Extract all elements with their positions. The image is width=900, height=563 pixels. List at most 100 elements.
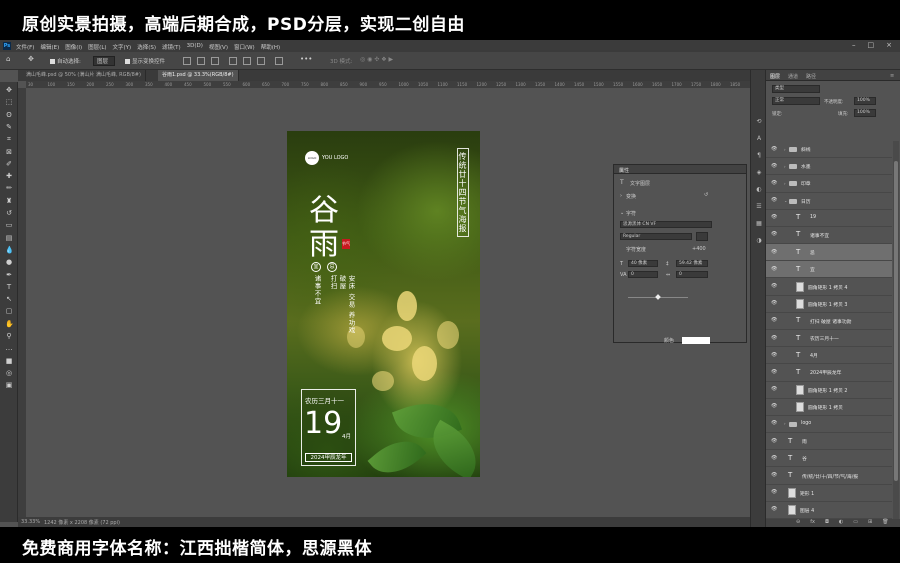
- brush-tool-icon[interactable]: ✏: [5, 184, 13, 192]
- text-color-swatch[interactable]: [682, 337, 710, 344]
- adjustment-icon[interactable]: ◐: [839, 519, 843, 527]
- text-options-icon[interactable]: [696, 232, 708, 241]
- font-size-field[interactable]: 40 像素: [628, 260, 658, 267]
- filter-kind-select[interactable]: 类型: [772, 85, 820, 93]
- chevron-icon[interactable]: ⌄: [784, 198, 787, 203]
- path-select-icon[interactable]: ↖: [5, 295, 13, 303]
- menu-item[interactable]: 窗口(W): [234, 43, 255, 51]
- menu-item[interactable]: 文字(Y): [113, 43, 132, 51]
- group-icon[interactable]: ▭: [853, 519, 858, 527]
- visibility-eye-icon[interactable]: 👁: [771, 146, 777, 152]
- layers-tab[interactable]: 路径: [806, 73, 816, 80]
- history-icon[interactable]: ⟲: [755, 118, 763, 126]
- visibility-eye-icon[interactable]: 👁: [771, 163, 777, 169]
- align-top-icon[interactable]: [228, 56, 237, 65]
- menu-item[interactable]: 编辑(E): [40, 43, 59, 51]
- more-options-icon[interactable]: •••: [300, 55, 312, 63]
- fx-icon[interactable]: fx: [810, 519, 815, 527]
- visibility-eye-icon[interactable]: 👁: [771, 489, 777, 495]
- new-layer-icon[interactable]: ⊞: [868, 519, 872, 527]
- marquee-tool-icon[interactable]: ⬚: [5, 98, 13, 106]
- frame-tool-icon[interactable]: ⊠: [5, 148, 13, 156]
- dodge-tool-icon[interactable]: ●: [5, 258, 13, 266]
- document-tab[interactable]: 满山毛峰.psd @ 50% (满山片 满山毛峰, RGB/8#): [22, 70, 146, 81]
- zoom-level[interactable]: 33.33%: [21, 519, 40, 525]
- layer-row[interactable]: 👁 T 雨: [766, 433, 892, 451]
- layer-row[interactable]: 👁 › 水墨: [766, 158, 892, 176]
- reset-icon[interactable]: ↺: [704, 192, 708, 198]
- libraries-icon[interactable]: ▦: [755, 220, 763, 228]
- visibility-eye-icon[interactable]: 👁: [771, 455, 777, 461]
- adjust-icon[interactable]: ◐: [755, 186, 763, 194]
- menu-item[interactable]: 图层(L): [88, 43, 106, 51]
- leading-field[interactable]: 59.42 像素: [676, 260, 708, 267]
- color-swatches-icon[interactable]: ■: [5, 357, 13, 365]
- kerning-field[interactable]: 0: [676, 271, 708, 278]
- align-right-icon[interactable]: [210, 56, 219, 65]
- chevron-down-icon[interactable]: ›: [620, 193, 622, 199]
- clone-stamp-icon[interactable]: ♜: [5, 197, 13, 205]
- align-left-icon[interactable]: [182, 56, 191, 65]
- auto-select-checkbox[interactable]: 自动选择:: [50, 57, 81, 65]
- visibility-eye-icon[interactable]: 👁: [771, 266, 777, 272]
- layer-row[interactable]: 👁 圆角矩形 1 拷贝 4: [766, 278, 892, 296]
- menu-item[interactable]: 帮助(H): [261, 43, 280, 51]
- layer-row[interactable]: 👁 ⌄ 日历: [766, 193, 892, 210]
- visibility-eye-icon[interactable]: 👁: [771, 180, 777, 186]
- visibility-eye-icon[interactable]: 👁: [771, 283, 777, 289]
- visibility-eye-icon[interactable]: 👁: [771, 386, 777, 392]
- minimize-icon[interactable]: –: [852, 41, 856, 49]
- layers-tab[interactable]: 图层: [770, 73, 780, 80]
- layer-row[interactable]: 👁 › 印章: [766, 175, 892, 193]
- panel-menu-icon[interactable]: ≡: [890, 73, 894, 79]
- canvas-poster[interactable]: LOGO YOU LOGO 传统廿十四节气海报 谷 雨 节气 宜 忌 诸事不宜 …: [287, 131, 480, 477]
- layer-row[interactable]: 👁 圆角矩形 1 拷贝: [766, 399, 892, 416]
- hand-tool-icon[interactable]: ✋: [5, 320, 14, 328]
- visibility-eye-icon[interactable]: 👁: [771, 317, 777, 323]
- menu-item[interactable]: 滤镜(T): [162, 43, 181, 51]
- layer-row[interactable]: 👁 矩形 1: [766, 485, 892, 502]
- blend-mode-select[interactable]: 正常: [772, 97, 820, 105]
- layer-row[interactable]: 👁 圆角矩形 1 拷贝 2: [766, 382, 892, 399]
- visibility-eye-icon[interactable]: 👁: [771, 403, 777, 409]
- blur-tool-icon[interactable]: 💧: [5, 246, 14, 254]
- char-width-value[interactable]: +400: [692, 246, 706, 252]
- menu-item[interactable]: 视图(V): [209, 43, 228, 51]
- healing-brush-icon[interactable]: ✚: [5, 172, 13, 180]
- chevron-icon[interactable]: ›: [784, 164, 786, 169]
- chevron-down-icon[interactable]: ⌄: [620, 210, 624, 216]
- width-slider-knob[interactable]: [655, 294, 661, 300]
- color-icon[interactable]: ◑: [755, 237, 763, 245]
- menu-item[interactable]: 图像(I): [65, 43, 82, 51]
- layer-row[interactable]: 👁 T 农历三月十一: [766, 330, 892, 348]
- 3d-icon[interactable]: ◈: [755, 169, 763, 177]
- layer-row[interactable]: 👁 T 谷: [766, 450, 892, 468]
- opacity-field[interactable]: 100%: [854, 97, 876, 105]
- chevron-icon[interactable]: ›: [784, 421, 786, 426]
- tracking-field[interactable]: 0: [628, 271, 658, 278]
- layer-row[interactable]: 👁 T 打扫 破屋 诸事功勋: [766, 313, 892, 330]
- panel-menu-icon[interactable]: ≡: [619, 166, 742, 173]
- layer-row[interactable]: 👁 T 2024甲辰龙年: [766, 364, 892, 382]
- link-icon[interactable]: ⊖: [796, 519, 800, 527]
- quick-mask-icon[interactable]: ◎: [5, 369, 13, 377]
- distribute-icon[interactable]: [274, 56, 283, 65]
- more-tools-icon[interactable]: …: [5, 344, 13, 352]
- visibility-eye-icon[interactable]: 👁: [771, 420, 777, 426]
- fill-field[interactable]: 100%: [854, 109, 876, 117]
- visibility-eye-icon[interactable]: 👁: [771, 231, 777, 237]
- layer-row[interactable]: 👁 T 宜: [766, 261, 892, 279]
- font-style-select[interactable]: Regular: [620, 233, 692, 240]
- zoom-tool-icon[interactable]: ⚲: [5, 332, 13, 340]
- quick-select-icon[interactable]: ✎: [5, 123, 13, 131]
- visibility-eye-icon[interactable]: 👁: [771, 369, 777, 375]
- visibility-eye-icon[interactable]: 👁: [771, 472, 777, 478]
- visibility-eye-icon[interactable]: 👁: [771, 197, 777, 203]
- layer-row[interactable]: 👁 › 斜线: [766, 141, 892, 159]
- layers-tab[interactable]: 通道: [788, 73, 798, 80]
- menu-item[interactable]: 3D(D): [187, 43, 203, 51]
- visibility-eye-icon[interactable]: 👁: [771, 506, 777, 512]
- show-transform-checkbox[interactable]: 显示变换控件: [125, 57, 165, 65]
- lasso-tool-icon[interactable]: ʘ: [5, 111, 13, 119]
- layer-row[interactable]: 👁 › logo: [766, 416, 892, 434]
